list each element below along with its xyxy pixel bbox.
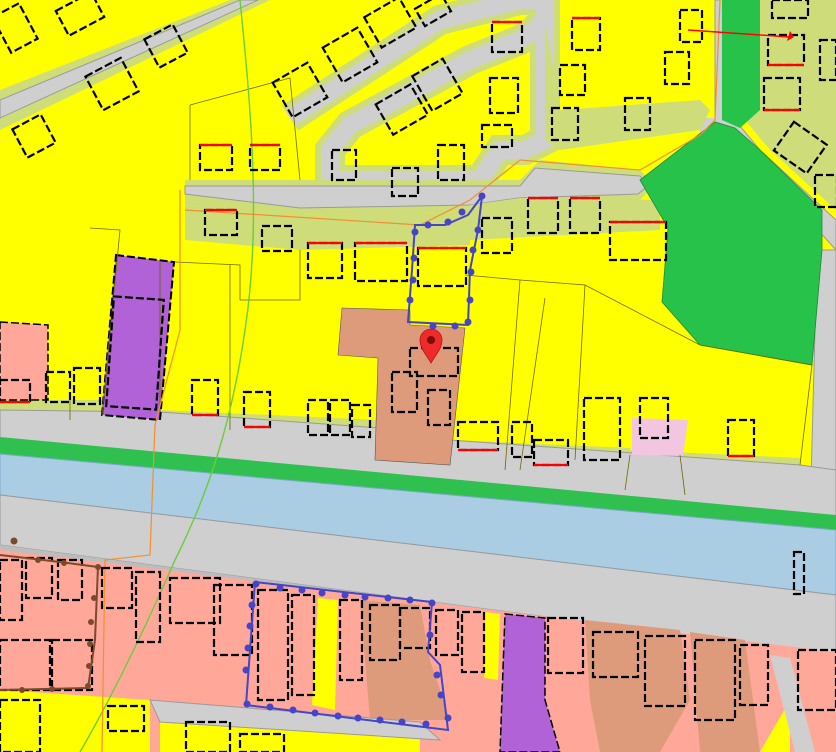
zoning-map[interactable] — [0, 0, 836, 752]
green-strip-north — [722, 0, 760, 128]
mixed-use-parcel-west — [0, 321, 49, 401]
